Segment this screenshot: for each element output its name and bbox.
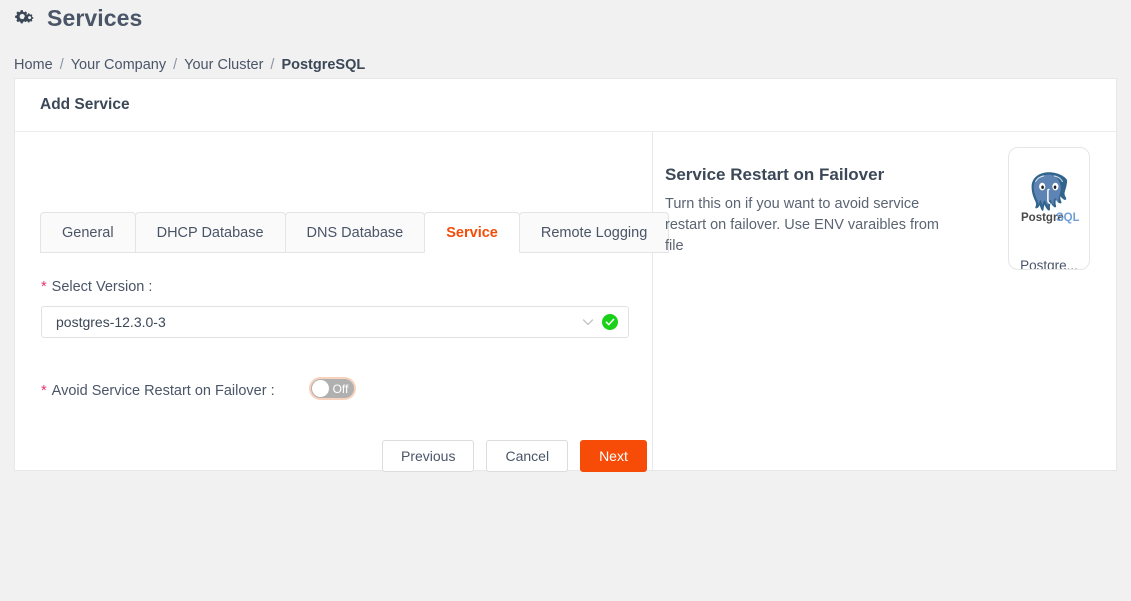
select-version-label: * Select Version : xyxy=(41,279,152,295)
tab-service[interactable]: Service xyxy=(424,212,520,253)
cogs-icon xyxy=(14,6,38,30)
select-version-value: postgres-12.3.0-3 xyxy=(56,314,166,330)
toggle-knob xyxy=(312,380,329,397)
card-title: Add Service xyxy=(40,96,130,113)
card-body: General DHCP Database DNS Database Servi… xyxy=(15,132,1116,472)
form-column: General DHCP Database DNS Database Servi… xyxy=(15,132,670,472)
breadcrumb-separator: / xyxy=(59,57,64,73)
page-root: Services Home / Your Company / Your Clus… xyxy=(0,0,1131,601)
page-header: Services xyxy=(14,5,142,31)
tab-dns-database[interactable]: DNS Database xyxy=(284,212,426,253)
postgresql-service-tile[interactable]: Postgre SQL Postgre... xyxy=(1008,147,1090,270)
breadcrumb-item-cluster[interactable]: Your Cluster xyxy=(184,56,263,74)
select-version-input[interactable]: postgres-12.3.0-3 xyxy=(41,306,629,338)
wizard-button-row: Previous Cancel Next xyxy=(382,440,647,472)
service-tile-caption: Postgre... xyxy=(1020,258,1078,269)
add-service-card: Add Service General DHCP Database DNS Da… xyxy=(14,78,1117,472)
card-header: Add Service xyxy=(15,79,1116,132)
info-panel-title: Service Restart on Failover xyxy=(665,165,885,184)
tab-general[interactable]: General xyxy=(40,212,136,253)
breadcrumb-separator: / xyxy=(270,57,275,73)
avoid-restart-label: * Avoid Service Restart on Failover : xyxy=(41,383,275,399)
tab-dhcp-database[interactable]: DHCP Database xyxy=(134,212,286,253)
info-panel-text: Turn this on if you want to avoid servic… xyxy=(665,196,939,254)
required-asterisk: * xyxy=(41,383,47,399)
toggle-state-text: Off xyxy=(332,381,349,396)
avoid-restart-label-text: Avoid Service Restart on Failover : xyxy=(51,383,275,399)
breadcrumb-item-home[interactable]: Home xyxy=(14,56,53,74)
select-version-label-text: Select Version : xyxy=(51,279,153,295)
avoid-restart-toggle[interactable]: Off xyxy=(309,377,356,400)
tab-remote-logging[interactable]: Remote Logging xyxy=(518,212,670,253)
check-circle-icon xyxy=(602,314,618,330)
tab-bar: General DHCP Database DNS Database Servi… xyxy=(40,212,670,253)
cancel-button[interactable]: Cancel xyxy=(486,440,569,472)
postgresql-elephant-icon: Postgre SQL xyxy=(1019,169,1080,230)
previous-button[interactable]: Previous xyxy=(382,440,475,472)
required-asterisk: * xyxy=(41,279,47,295)
breadcrumb-item-company[interactable]: Your Company xyxy=(71,56,166,74)
postgres-wordmark-right: SQL xyxy=(1056,212,1079,224)
breadcrumb-item-current: PostgreSQL xyxy=(281,57,366,73)
page-title: Services xyxy=(47,5,143,31)
breadcrumb: Home / Your Company / Your Cluster / Pos… xyxy=(14,56,365,74)
next-button[interactable]: Next xyxy=(580,440,647,472)
chevron-down-icon[interactable] xyxy=(580,314,596,330)
breadcrumb-separator: / xyxy=(173,57,178,73)
info-column: Service Restart on Failover Turn this on… xyxy=(653,132,1116,470)
